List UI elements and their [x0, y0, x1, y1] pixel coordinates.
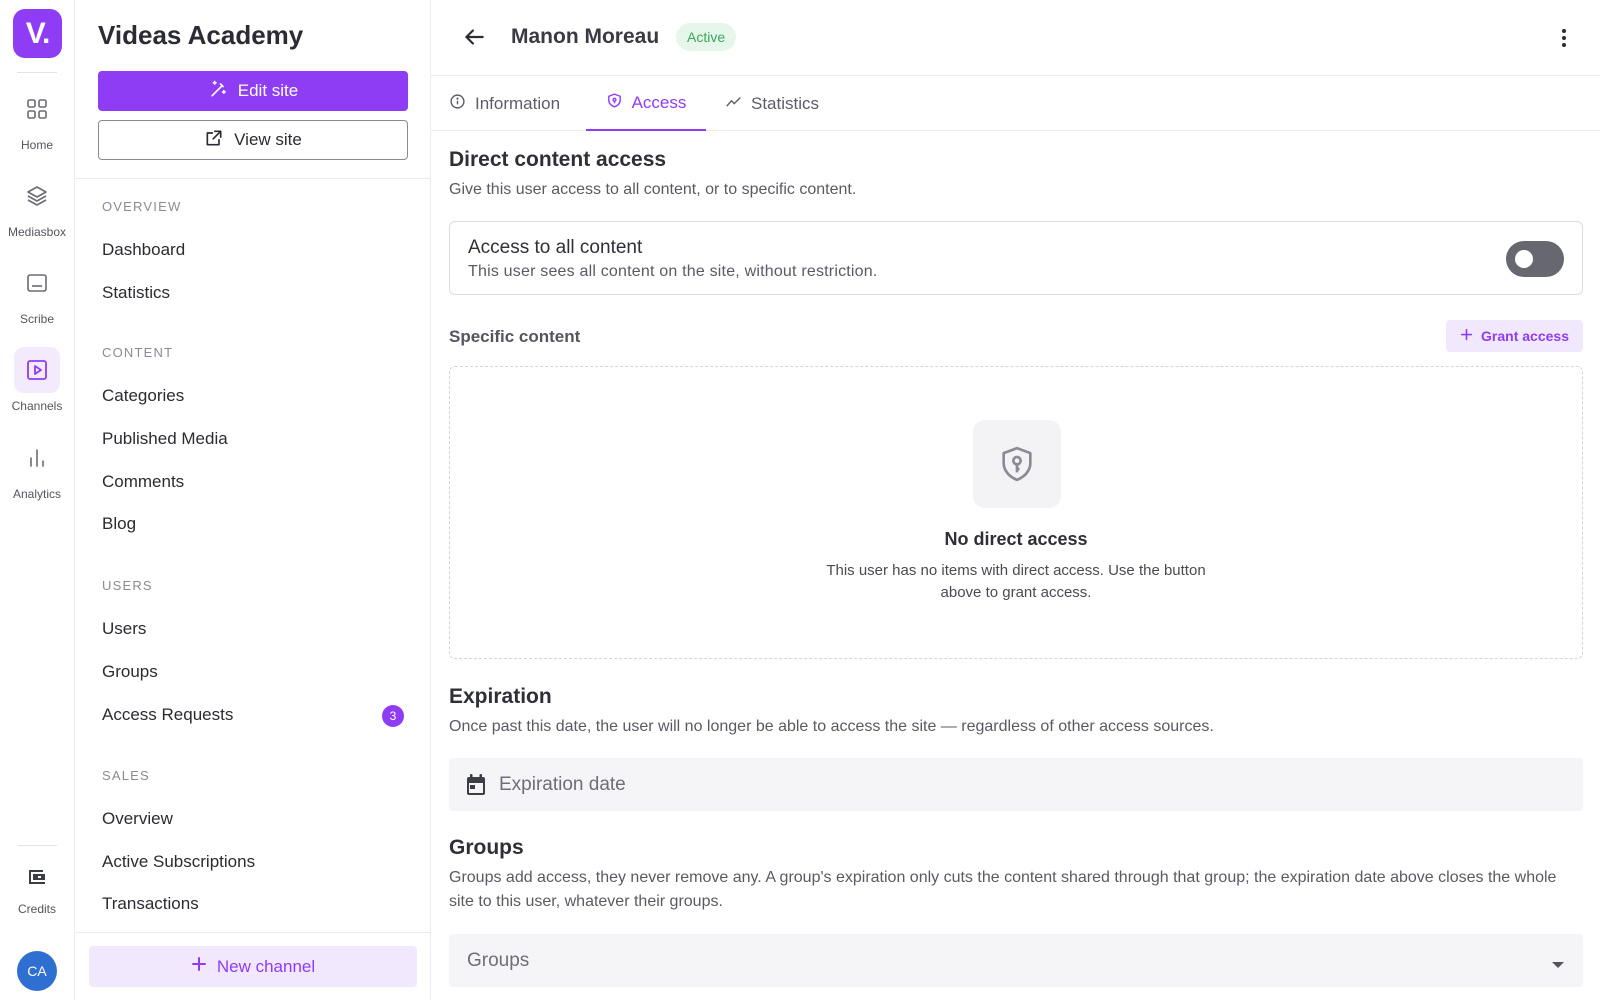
section-title-sales: SALES: [102, 768, 150, 783]
rail-label: Analytics: [12, 487, 62, 501]
expiration-date-field[interactable]: Expiration date: [449, 758, 1583, 811]
rail-item-credits[interactable]: Credits: [0, 862, 74, 916]
bar-chart-icon: [14, 435, 60, 481]
sidebar-item-statistics[interactable]: Statistics: [102, 283, 402, 303]
toggle-knob: [1515, 250, 1533, 268]
sidebar-item-groups[interactable]: Groups: [102, 662, 402, 682]
section-title-content: CONTENT: [102, 345, 174, 360]
expiration-description: Once past this date, the user will no lo…: [449, 718, 1214, 735]
tab-information[interactable]: Information: [449, 76, 560, 131]
tab-bar: Information Access Statistics: [431, 76, 1600, 131]
view-site-label: View site: [234, 130, 302, 149]
subtitles-icon: [14, 260, 60, 306]
main-content: Manon Moreau Active Information Access S…: [431, 0, 1600, 1000]
section-title-overview: OVERVIEW: [102, 199, 182, 214]
sidebar-divider: [75, 178, 430, 179]
all-content-toggle[interactable]: [1506, 241, 1564, 277]
chevron-down-icon: [1551, 956, 1565, 974]
view-site-button[interactable]: View site: [98, 120, 408, 160]
groups-select[interactable]: Groups: [449, 934, 1583, 987]
tab-label: Information: [475, 93, 561, 113]
user-name: Manon Moreau: [511, 25, 660, 48]
plus-icon: [1460, 328, 1473, 344]
site-sidebar: Videas Academy Edit site View site OVERV…: [75, 0, 431, 1000]
access-requests-count-badge: 3: [382, 705, 404, 727]
rail-item-channels[interactable]: Channels: [0, 347, 74, 413]
sidebar-item-dashboard[interactable]: Dashboard: [102, 240, 402, 260]
edit-site-label: Edit site: [237, 81, 299, 100]
section-title-users: USERS: [102, 578, 153, 593]
user-header: Manon Moreau Active: [431, 0, 1600, 76]
app-logo[interactable]: V.: [13, 9, 62, 58]
empty-state-description: This user has no items with direct acces…: [826, 562, 1206, 601]
tab-statistics[interactable]: Statistics: [725, 76, 819, 131]
edit-site-button[interactable]: Edit site: [98, 71, 408, 111]
direct-access-title: Direct content access: [449, 148, 667, 171]
all-content-card: Access to all content This user sees all…: [449, 221, 1583, 295]
sidebar-item-categories[interactable]: Categories: [102, 386, 402, 406]
grid-icon: [14, 86, 60, 132]
new-channel-button[interactable]: New channel: [89, 946, 417, 987]
direct-access-description: Give this user access to all content, or…: [449, 181, 857, 198]
rail-label: Mediasbox: [7, 225, 67, 239]
grant-access-button[interactable]: Grant access: [1446, 320, 1583, 352]
back-arrow-icon[interactable]: [461, 24, 487, 55]
groups-placeholder: Groups: [467, 950, 530, 971]
sidebar-item-transactions[interactable]: Transactions: [102, 894, 402, 914]
rail-label: Channels: [11, 399, 63, 413]
tab-access[interactable]: Access: [586, 76, 706, 131]
expiration-title: Expiration: [449, 685, 552, 708]
tab-label: Statistics: [751, 93, 820, 113]
tab-label: Access: [631, 92, 687, 112]
specific-content-label: Specific content: [449, 327, 581, 346]
expiration-date-placeholder: Expiration date: [499, 773, 626, 795]
sidebar-item-access-requests[interactable]: Access Requests: [102, 705, 402, 725]
plus-icon: [191, 956, 207, 977]
status-badge: Active: [676, 23, 737, 51]
sidebar-item-comments[interactable]: Comments: [102, 472, 402, 492]
shield-icon: [606, 92, 623, 114]
info-icon: [449, 93, 466, 115]
rail-label: Home: [20, 138, 53, 152]
groups-title: Groups: [449, 836, 524, 859]
rail-item-home[interactable]: Home: [0, 86, 74, 152]
rail-divider: [17, 72, 57, 73]
rail-divider: [17, 845, 57, 846]
more-options-icon[interactable]: [1554, 26, 1574, 55]
groups-description: Groups add access, they never remove any…: [449, 869, 1557, 910]
rail-label: Scribe: [19, 312, 54, 326]
external-link-icon: [204, 128, 224, 153]
calendar-icon: [465, 773, 487, 797]
rail-label: Credits: [17, 902, 56, 916]
all-content-title: Access to all content: [468, 237, 643, 258]
empty-state: No direct access This user has no items …: [449, 366, 1583, 659]
trend-icon: [725, 93, 742, 115]
rail-item-analytics[interactable]: Analytics: [0, 435, 74, 501]
app-rail: V. Home Mediasbox Scribe Channels Analyt…: [0, 0, 75, 1000]
sidebar-item-users[interactable]: Users: [102, 619, 402, 639]
avatar[interactable]: CA: [17, 951, 57, 991]
rail-item-mediasbox[interactable]: Mediasbox: [0, 173, 74, 239]
grant-access-label: Grant access: [1481, 328, 1569, 344]
magic-wand-icon: [208, 79, 228, 104]
all-content-subtitle: This user sees all content on the site, …: [468, 263, 878, 280]
sidebar-divider: [75, 932, 430, 933]
empty-state-title: No direct access: [944, 529, 1088, 549]
sidebar-item-published-media[interactable]: Published Media: [102, 429, 402, 449]
wallet-icon: [14, 862, 60, 892]
shield-key-icon: [973, 420, 1061, 508]
layers-icon: [14, 173, 60, 219]
sidebar-item-active-subscriptions[interactable]: Active Subscriptions: [102, 852, 402, 872]
new-channel-label: New channel: [216, 956, 316, 976]
sidebar-item-blog[interactable]: Blog: [102, 514, 402, 534]
sidebar-item-sales-overview[interactable]: Overview: [102, 809, 402, 829]
play-square-icon: [14, 347, 60, 393]
rail-item-scribe[interactable]: Scribe: [0, 260, 74, 326]
site-name: Videas Academy: [98, 20, 304, 50]
